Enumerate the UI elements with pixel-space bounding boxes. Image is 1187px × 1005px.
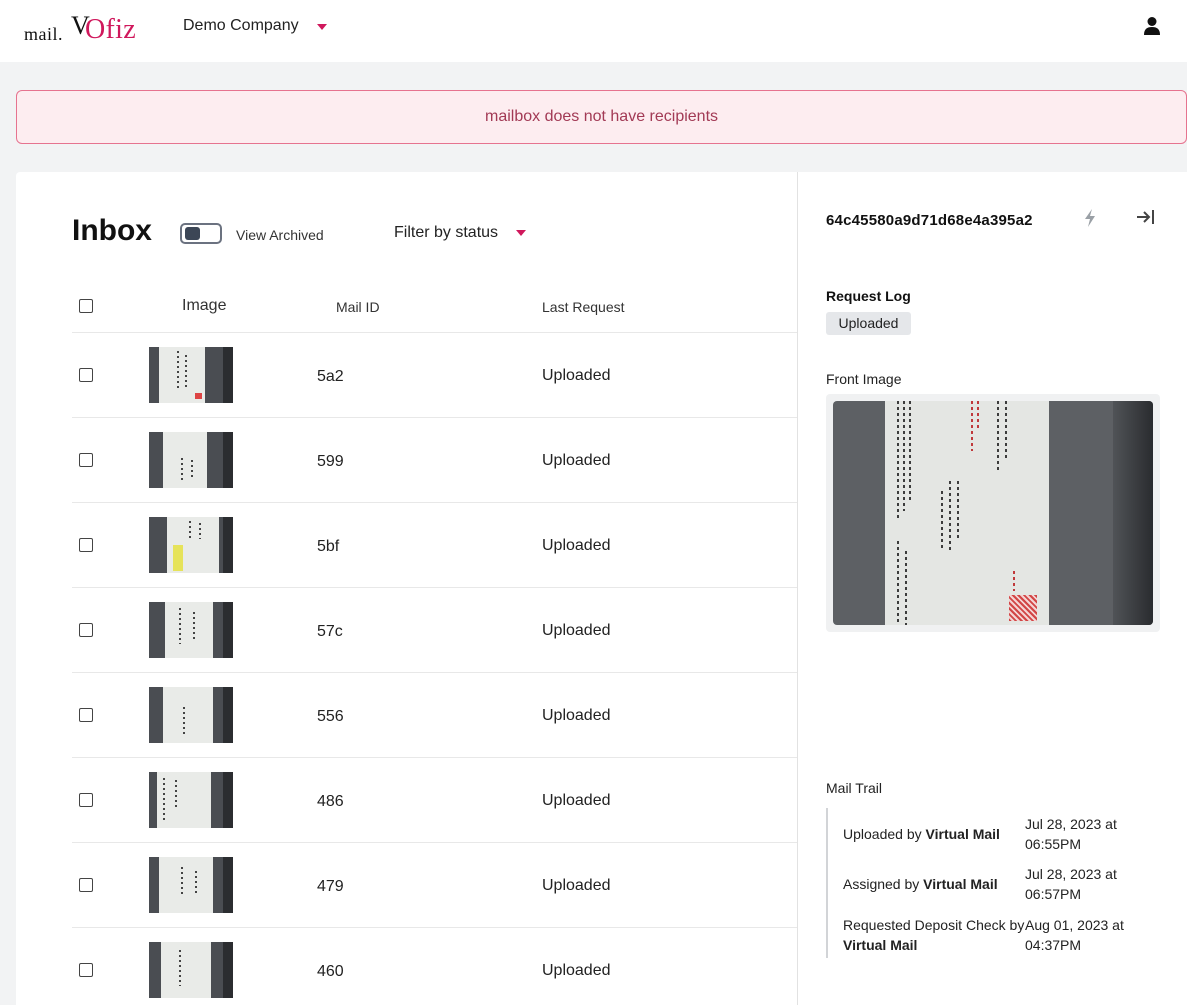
mail-trail-timeline: [826, 808, 828, 958]
mail-detail-id: 64c45580a9d71d68e4a395a2: [826, 212, 1033, 229]
mail-id[interactable]: 486: [317, 793, 344, 811]
row-checkbox[interactable]: [79, 963, 93, 977]
row-divider: [72, 757, 797, 758]
alert-banner: mailbox does not have recipients: [16, 90, 1187, 144]
row-divider: [72, 927, 797, 928]
company-selector[interactable]: Demo Company: [183, 17, 299, 35]
row-checkbox[interactable]: [79, 623, 93, 637]
row-divider: [72, 587, 797, 588]
front-image[interactable]: [833, 401, 1153, 625]
mail-thumbnail[interactable]: [149, 517, 233, 573]
logo-name: Ofiz: [85, 14, 136, 45]
mail-id[interactable]: 57c: [317, 623, 343, 641]
trail-entry-date: Jul 28, 2023 at 06:57PM: [1025, 866, 1117, 902]
select-all-checkbox[interactable]: [79, 299, 93, 313]
mail-thumbnail[interactable]: [149, 432, 233, 488]
row-divider: [72, 842, 797, 843]
panel-divider: [797, 172, 798, 1005]
mail-id[interactable]: 479: [317, 878, 344, 896]
trail-entry-date: Aug 01, 2023 at 04:37PM: [1025, 917, 1124, 953]
last-request-status: Uploaded: [542, 537, 611, 554]
front-image-label: Front Image: [826, 371, 902, 387]
trail-entry-date: Jul 28, 2023 at 06:55PM: [1025, 816, 1117, 852]
view-archived-toggle[interactable]: [180, 223, 222, 244]
trail-entry-action: Requested Deposit Check by Virtual Mail: [843, 917, 1025, 953]
filter-chevron-down-icon[interactable]: [516, 230, 526, 236]
row-divider: [72, 672, 797, 673]
last-request-status: Uploaded: [542, 792, 611, 809]
mail-thumbnail[interactable]: [149, 602, 233, 658]
trail-entry-action: Uploaded by Virtual Mail: [843, 826, 1000, 842]
mail-thumbnail[interactable]: [149, 857, 233, 913]
mail-id[interactable]: 556: [317, 708, 344, 726]
column-header-image: Image: [182, 297, 227, 314]
last-request-status: Uploaded: [542, 622, 611, 639]
user-account-icon[interactable]: [1143, 16, 1161, 36]
last-request-status: Uploaded: [542, 962, 611, 979]
mail-thumbnail[interactable]: [149, 687, 233, 743]
request-log-chip: Uploaded: [826, 312, 911, 335]
request-log-label: Request Log: [826, 288, 911, 304]
mail-id[interactable]: 5a2: [317, 368, 344, 386]
row-checkbox[interactable]: [79, 878, 93, 892]
mail-id[interactable]: 5bf: [317, 538, 339, 556]
row-divider: [72, 417, 797, 418]
mail-thumbnail[interactable]: [149, 942, 233, 998]
last-request-status: Uploaded: [542, 367, 611, 384]
row-checkbox[interactable]: [79, 453, 93, 467]
mail-id[interactable]: 460: [317, 963, 344, 981]
row-checkbox[interactable]: [79, 538, 93, 552]
mail-id[interactable]: 599: [317, 453, 344, 471]
page-title: Inbox: [72, 214, 152, 247]
column-header-last-request[interactable]: Last Request: [542, 299, 625, 315]
last-request-status: Uploaded: [542, 452, 611, 469]
last-request-status: Uploaded: [542, 707, 611, 724]
view-archived-label: View Archived: [236, 227, 324, 243]
row-checkbox[interactable]: [79, 368, 93, 382]
logo-prefix: mail.: [24, 24, 63, 44]
filter-by-status-dropdown[interactable]: Filter by status: [394, 224, 498, 242]
row-checkbox[interactable]: [79, 793, 93, 807]
row-divider: [72, 332, 797, 333]
lightning-bolt-icon[interactable]: [1083, 209, 1097, 227]
collapse-panel-icon[interactable]: [1136, 209, 1156, 225]
mail-thumbnail[interactable]: [149, 772, 233, 828]
last-request-status: Uploaded: [542, 877, 611, 894]
mail-trail-label: Mail Trail: [826, 780, 883, 796]
toggle-knob: [185, 227, 200, 240]
trail-entry-action: Assigned by Virtual Mail: [843, 876, 998, 892]
company-chevron-down-icon[interactable]: [317, 24, 327, 30]
top-bar: mail. V Ofiz Demo Company: [0, 0, 1187, 62]
mail-thumbnail[interactable]: [149, 347, 233, 403]
column-header-mail-id[interactable]: Mail ID: [336, 299, 380, 315]
row-divider: [72, 502, 797, 503]
row-checkbox[interactable]: [79, 708, 93, 722]
